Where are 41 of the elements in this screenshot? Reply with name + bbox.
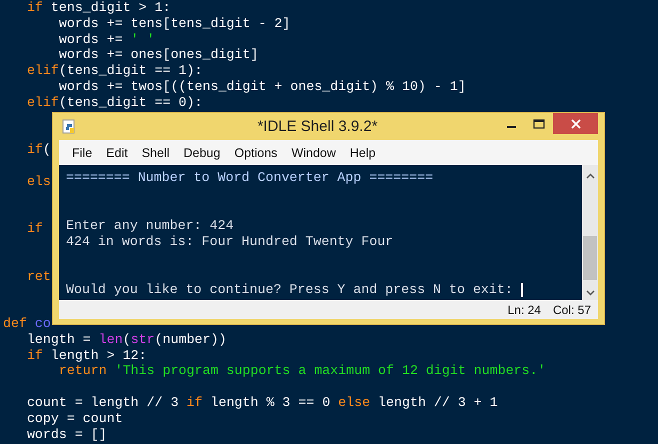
code-line: copy = count [26, 410, 123, 427]
code-line: ret [26, 268, 51, 284]
code-line: words += tens[tens_digit - 2] [58, 16, 290, 32]
code-line: words += ' ' [58, 32, 155, 48]
code-line: words = [] [26, 426, 107, 442]
code-line: els [26, 174, 51, 190]
line-number: Ln: 24 [508, 302, 541, 316]
code-line: elif(tens_digit == 0): [26, 94, 202, 111]
minimize-icon [506, 126, 516, 128]
close-icon [570, 118, 580, 128]
maximize-icon [533, 118, 545, 128]
menu-item[interactable]: Options [227, 146, 284, 160]
code-line: if( [26, 142, 51, 158]
menu-item[interactable]: File [65, 146, 100, 160]
scroll-down-icon[interactable] [586, 290, 594, 296]
scroll-thumb[interactable] [583, 236, 597, 280]
code-line: words += ones[ones_digit] [58, 47, 258, 64]
code-line: if length > 12: [26, 348, 147, 364]
menu-item[interactable]: Shell [134, 146, 176, 160]
code-line: length = len(str(number)) [26, 332, 226, 348]
code-line: count = length // 3 if length % 3 == 0 else length // 3 + 1 [26, 394, 498, 411]
text-cursor [520, 283, 523, 297]
scroll-up-icon[interactable] [586, 173, 594, 179]
shell-line: ======== Number to Word Converter App ======== [66, 170, 434, 186]
code-line: words += twos[((tens_digit + ones_digit) % 10) - 1] [58, 78, 466, 95]
window-title: *IDLE Shell 3.9.2* [256, 118, 379, 135]
menu-item[interactable]: Debug [176, 146, 228, 160]
scrollbar[interactable] [582, 165, 598, 300]
code-line: def co [3, 316, 51, 332]
shell-line: Would you like to continue? Press Y and press N to exit: [66, 282, 513, 298]
menu-item[interactable]: Help [342, 146, 383, 160]
column-number: Col: 57 [552, 302, 591, 316]
menu-item[interactable]: Window [284, 146, 343, 160]
code-line: if tens_digit > 1: [26, 0, 171, 16]
code-line: return 'This program supports a maximum of 12 digit numbers.' [58, 363, 546, 380]
code-line: elif(tens_digit == 1): [26, 63, 202, 79]
close-button[interactable] [553, 113, 598, 134]
code-line: if [26, 221, 43, 237]
shell-line: 424 in words is: Four Hundred Twenty Four [66, 234, 394, 250]
menu-item[interactable]: Edit [99, 146, 135, 160]
shell-line: Enter any number: 424 [66, 218, 235, 234]
